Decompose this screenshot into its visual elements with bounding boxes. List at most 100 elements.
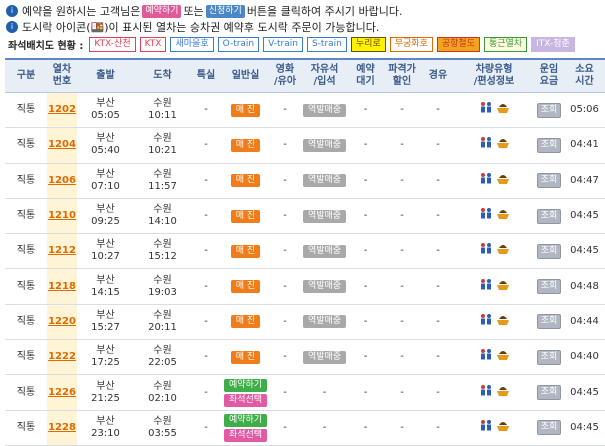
seat-map-icon[interactable] [479,313,493,331]
general-seat-cell: 예약하기 좌석선택 [221,374,270,411]
fare-query-button[interactable]: 조회 [536,385,562,401]
sold-out-badge: 매 진 [230,174,261,188]
column-header: 특실 [191,58,221,93]
discount-cell: - [382,268,422,305]
fare-cell: 조회 [534,127,564,164]
departure-time: 05:05 [91,110,120,122]
seat-select-button[interactable]: 좌석선택 [223,393,268,407]
waitlist-value: - [363,421,368,433]
table-row: 직통 1226 부산 21:25 수원 02:10- 예약하기 좌석선택 - - - - - 조회 04:4… [5,374,605,411]
seat-map-icon[interactable] [479,384,493,402]
lunchbox-icon[interactable] [496,384,510,402]
train-number-link[interactable]: 1220 [48,316,76,327]
seat-map-icon[interactable] [479,278,493,296]
waitlist-value: - [363,280,368,292]
train-number-link[interactable]: 1204 [48,139,76,150]
discount-value: - [400,245,404,257]
train-type-cell: 직통 [5,127,47,164]
notice-text: 도시락 아이콘(🍱)이 표시된 열차는 승차권 예약후 도시락 주문이 가능합니… [22,21,380,34]
seat-map-icon[interactable] [479,419,493,437]
lunchbox-icon[interactable] [496,348,510,366]
lunchbox-icon[interactable] [496,207,510,225]
vehicle-info-cell [454,127,534,164]
reserve-button[interactable]: 예약하기 [223,413,268,427]
movie-infant-cell: - [270,268,300,305]
seat-map-icon[interactable] [479,207,493,225]
waitlist-value: - [363,245,368,257]
station-sale-badge: 역발매중 [302,103,347,117]
train-number-link[interactable]: 1202 [48,104,76,115]
first-class-cell: - [191,410,221,446]
lunchbox-icon[interactable] [496,101,510,119]
lunchbox-icon[interactable] [496,242,510,260]
lunchbox-icon[interactable] [496,136,510,154]
departure-station: 부산 [96,274,115,286]
train-number-cell: 1210 [47,198,77,235]
fare-query-button[interactable]: 조회 [536,420,562,436]
fare-query-button[interactable]: 조회 [536,208,562,224]
fare-query-button[interactable]: 조회 [536,279,562,295]
fare-query-button[interactable]: 조회 [536,137,562,153]
train-number-link[interactable]: 1212 [48,245,76,256]
fare-cell: 조회 [534,92,564,129]
legend-item: V-train [263,37,303,52]
vehicle-icons [479,136,510,154]
train-number-cell: 1222 [47,339,77,376]
via-cell: - [422,304,454,341]
first-class-cell: - [191,268,221,305]
duration-value: 04:40 [570,351,599,363]
fare-query-button[interactable]: 조회 [536,349,562,365]
train-number-link[interactable]: 1226 [48,387,76,398]
seat-map-icon[interactable] [479,348,493,366]
first-class-value: - [204,245,208,257]
lunchbox-icon[interactable] [496,419,510,437]
waitlist-value: - [363,386,368,398]
departure-station: 부산 [96,380,115,392]
departure-station: 부산 [96,133,115,145]
departure-station: 부산 [96,239,115,251]
seat-map-icon[interactable] [479,172,493,190]
table-row: 직통 1228 부산 23:10 수원 03:55- 예약하기 좌석선택 - - - - - 조회 04:4… [5,410,605,446]
column-header: 열차 번호 [47,58,77,93]
reserve-button[interactable]: 예약하기 [223,378,268,392]
seat-map-legend: 좌석배치도 현황 : KTX-산천 KTX 새마을호 O-train V-train S-… [8,37,579,52]
seat-map-icon[interactable] [479,242,493,260]
train-number-link[interactable]: 1222 [48,351,76,362]
departure-cell: 부산 10:27 [77,233,134,270]
train-number-link[interactable]: 1206 [48,175,76,186]
duration-cell: 04:41 [564,127,605,164]
lunchbox-icon[interactable] [496,278,510,296]
station-sale-badge: 역발매중 [302,315,347,329]
arrival-station: 수원 [153,380,172,392]
train-number-link[interactable]: 1218 [48,281,76,292]
seat-map-icon[interactable] [479,136,493,154]
train-type: 직통 [16,210,36,222]
fare-cell: 조회 [534,304,564,341]
seat-map-icon[interactable] [479,101,493,119]
fare-query-button[interactable]: 조회 [536,102,562,118]
train-type: 직통 [16,139,36,151]
departure-time: 17:25 [91,357,120,369]
free-standing-cell: - [300,374,349,411]
duration-cell: 04:40 [564,339,605,376]
lunchbox-icon[interactable] [496,313,510,331]
column-header: 차량유형/편성정보 [454,58,534,93]
train-number-cell: 1202 [47,92,77,129]
departure-time: 21:25 [91,392,120,404]
train-number-link[interactable]: 1210 [48,210,76,221]
seat-select-button[interactable]: 좌석선택 [223,428,268,442]
fare-query-button[interactable]: 조회 [536,314,562,330]
train-number-link[interactable]: 1228 [48,422,76,433]
departure-cell: 부산 09:25 [77,198,134,235]
fare-query-button[interactable]: 조회 [536,173,562,189]
free-standing-cell: 역발매중 [300,339,349,376]
departure-cell: 부산 07:10 [77,163,134,199]
fare-query-button[interactable]: 조회 [536,243,562,259]
first-class-value: - [204,210,208,222]
vehicle-info-cell [454,163,534,199]
fare-cell: 조회 [534,374,564,411]
lunchbox-icon[interactable] [496,172,510,190]
vehicle-info-cell [454,304,534,341]
movie-infant-value: - [283,280,287,292]
duration-value: 04:47 [570,174,599,186]
